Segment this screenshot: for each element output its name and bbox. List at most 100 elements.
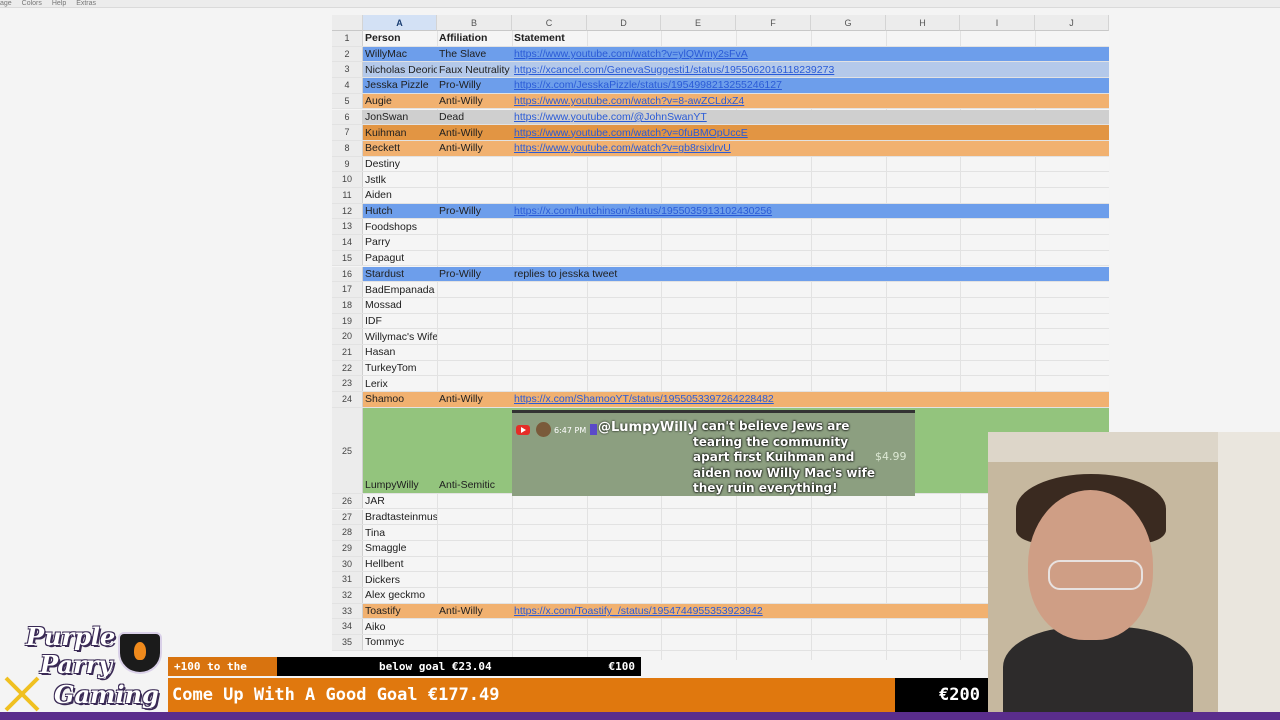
cell-statement[interactable] [512,329,1109,344]
cell-statement[interactable] [512,157,1109,172]
cell-statement[interactable]: https://x.com/hutchinson/status/19550359… [512,203,1109,219]
row-number[interactable]: 22 [332,360,363,376]
row-number[interactable]: 9 [332,156,363,172]
cell-affiliation[interactable] [437,588,512,603]
cell-person[interactable]: Beckett [363,140,437,156]
cell-person[interactable]: Hasan [363,345,437,360]
cell-affiliation[interactable] [437,361,512,376]
cell-affiliation[interactable] [437,557,512,572]
cell-affiliation[interactable]: Anti-Willy [437,392,512,407]
cell-statement[interactable]: https://x.com/ShamooYT/status/1955053397… [512,392,1109,407]
row-number[interactable]: 6 [332,109,363,125]
column-header-d[interactable]: D [587,15,661,31]
cell-statement[interactable] [512,361,1109,376]
row-number[interactable]: 12 [332,203,363,219]
cell-person[interactable]: Stardust [363,266,437,282]
cell-statement[interactable]: https://x.com/JesskaPizzle/status/195499… [512,78,1109,93]
row-number[interactable]: 1 [332,31,363,46]
cell-statement[interactable] [512,314,1109,329]
cell-person[interactable]: Tommyc [363,635,437,650]
row-number[interactable]: 10 [332,172,363,187]
cell-affiliation[interactable] [437,172,512,187]
row-number[interactable]: 29 [332,540,363,556]
cell-person[interactable]: Destiny [363,157,437,172]
row-number[interactable]: 2 [332,46,363,62]
column-header-e[interactable]: E [661,15,736,31]
cell-affiliation[interactable] [437,525,512,540]
cell-person[interactable]: Jesska Pizzle [363,78,437,93]
row-number[interactable]: 4 [332,78,363,93]
cell-person[interactable]: Kuihman [363,125,437,140]
cell-affiliation[interactable]: Affiliation [437,31,512,46]
cell-affiliation[interactable]: Anti-Semitic [437,407,512,493]
menu-item[interactable]: age [0,0,12,7]
cell-person[interactable]: Aiden [363,188,437,203]
cell-affiliation[interactable] [437,219,512,234]
cell-person[interactable]: Smaggle [363,541,437,556]
cell-affiliation[interactable]: The Slave [437,46,512,62]
column-header-j[interactable]: J [1035,15,1109,31]
cell-person[interactable]: Mossad [363,298,437,313]
cell-statement[interactable] [512,345,1109,360]
row-number[interactable]: 31 [332,572,363,587]
row-number[interactable]: 7 [332,125,363,140]
row-number[interactable]: 17 [332,282,363,297]
cell-affiliation[interactable] [437,282,512,297]
cell-person[interactable]: Willymac's Wife [363,329,437,344]
row-number[interactable]: 15 [332,250,363,266]
row-number[interactable]: 25 [332,407,363,493]
cell-affiliation[interactable] [437,572,512,587]
cell-affiliation[interactable] [437,298,512,313]
cell-affiliation[interactable]: Anti-Willy [437,140,512,156]
cell-affiliation[interactable] [437,314,512,329]
row-number[interactable]: 20 [332,329,363,344]
cell-affiliation[interactable]: Faux Neutrality [437,62,512,78]
row-number[interactable]: 30 [332,556,363,572]
cell-person[interactable]: Dickers [363,572,437,587]
cell-person[interactable]: IDF [363,314,437,329]
cell-statement[interactable] [512,251,1109,266]
cell-affiliation[interactable] [437,635,512,650]
select-all-corner[interactable] [332,15,363,31]
cell-statement[interactable]: https://www.youtube.com/watch?v=ylQWmy2s… [512,46,1109,62]
cell-affiliation[interactable] [437,376,512,391]
column-header-g[interactable]: G [811,15,886,31]
row-number[interactable]: 24 [332,392,363,407]
menu-item[interactable]: Colors [22,0,42,7]
cell-person[interactable]: Nicholas Deorio [363,62,437,78]
cell-person[interactable]: Lerix [363,376,437,391]
cell-person[interactable]: Toastify [363,603,437,619]
cell-statement[interactable]: https://xcancel.com/GenevaSuggesti1/stat… [512,62,1109,78]
row-number[interactable]: 23 [332,376,363,392]
column-header-i[interactable]: I [960,15,1035,31]
cell-statement[interactable] [512,376,1109,391]
cell-person[interactable]: Parry [363,235,437,250]
row-number[interactable]: 34 [332,619,363,635]
cell-person[interactable]: Alex geckmo [363,588,437,603]
row-number[interactable]: 33 [332,603,363,619]
cell-statement[interactable] [512,298,1109,313]
cell-person[interactable]: Foodshops [363,219,437,234]
cell-person[interactable]: Papagut [363,251,437,266]
cell-affiliation[interactable]: Pro-Willy [437,266,512,282]
cell-person[interactable]: Bradtasteinmusic [363,510,437,525]
row-number[interactable]: 19 [332,313,363,329]
cell-statement[interactable] [512,188,1109,203]
cell-affiliation[interactable]: Pro-Willy [437,78,512,93]
cell-affiliation[interactable]: Anti-Willy [437,93,512,109]
row-number[interactable]: 27 [332,509,363,525]
cell-affiliation[interactable] [437,188,512,203]
row-number[interactable]: 28 [332,525,363,540]
row-number[interactable]: 13 [332,219,363,235]
menu-item[interactable]: Extras [76,0,96,7]
row-number[interactable]: 32 [332,588,363,603]
cell-person[interactable]: Person [363,31,437,46]
row-number[interactable]: 3 [332,62,363,78]
cell-person[interactable]: TurkeyTom [363,361,437,376]
row-number[interactable]: 5 [332,93,363,109]
cell-person[interactable]: Hellbent [363,557,437,572]
row-number[interactable]: 11 [332,188,363,203]
cell-statement[interactable] [512,219,1109,234]
cell-statement[interactable]: https://www.youtube.com/watch?v=8-awZCLd… [512,93,1109,109]
cell-statement[interactable] [512,235,1109,250]
